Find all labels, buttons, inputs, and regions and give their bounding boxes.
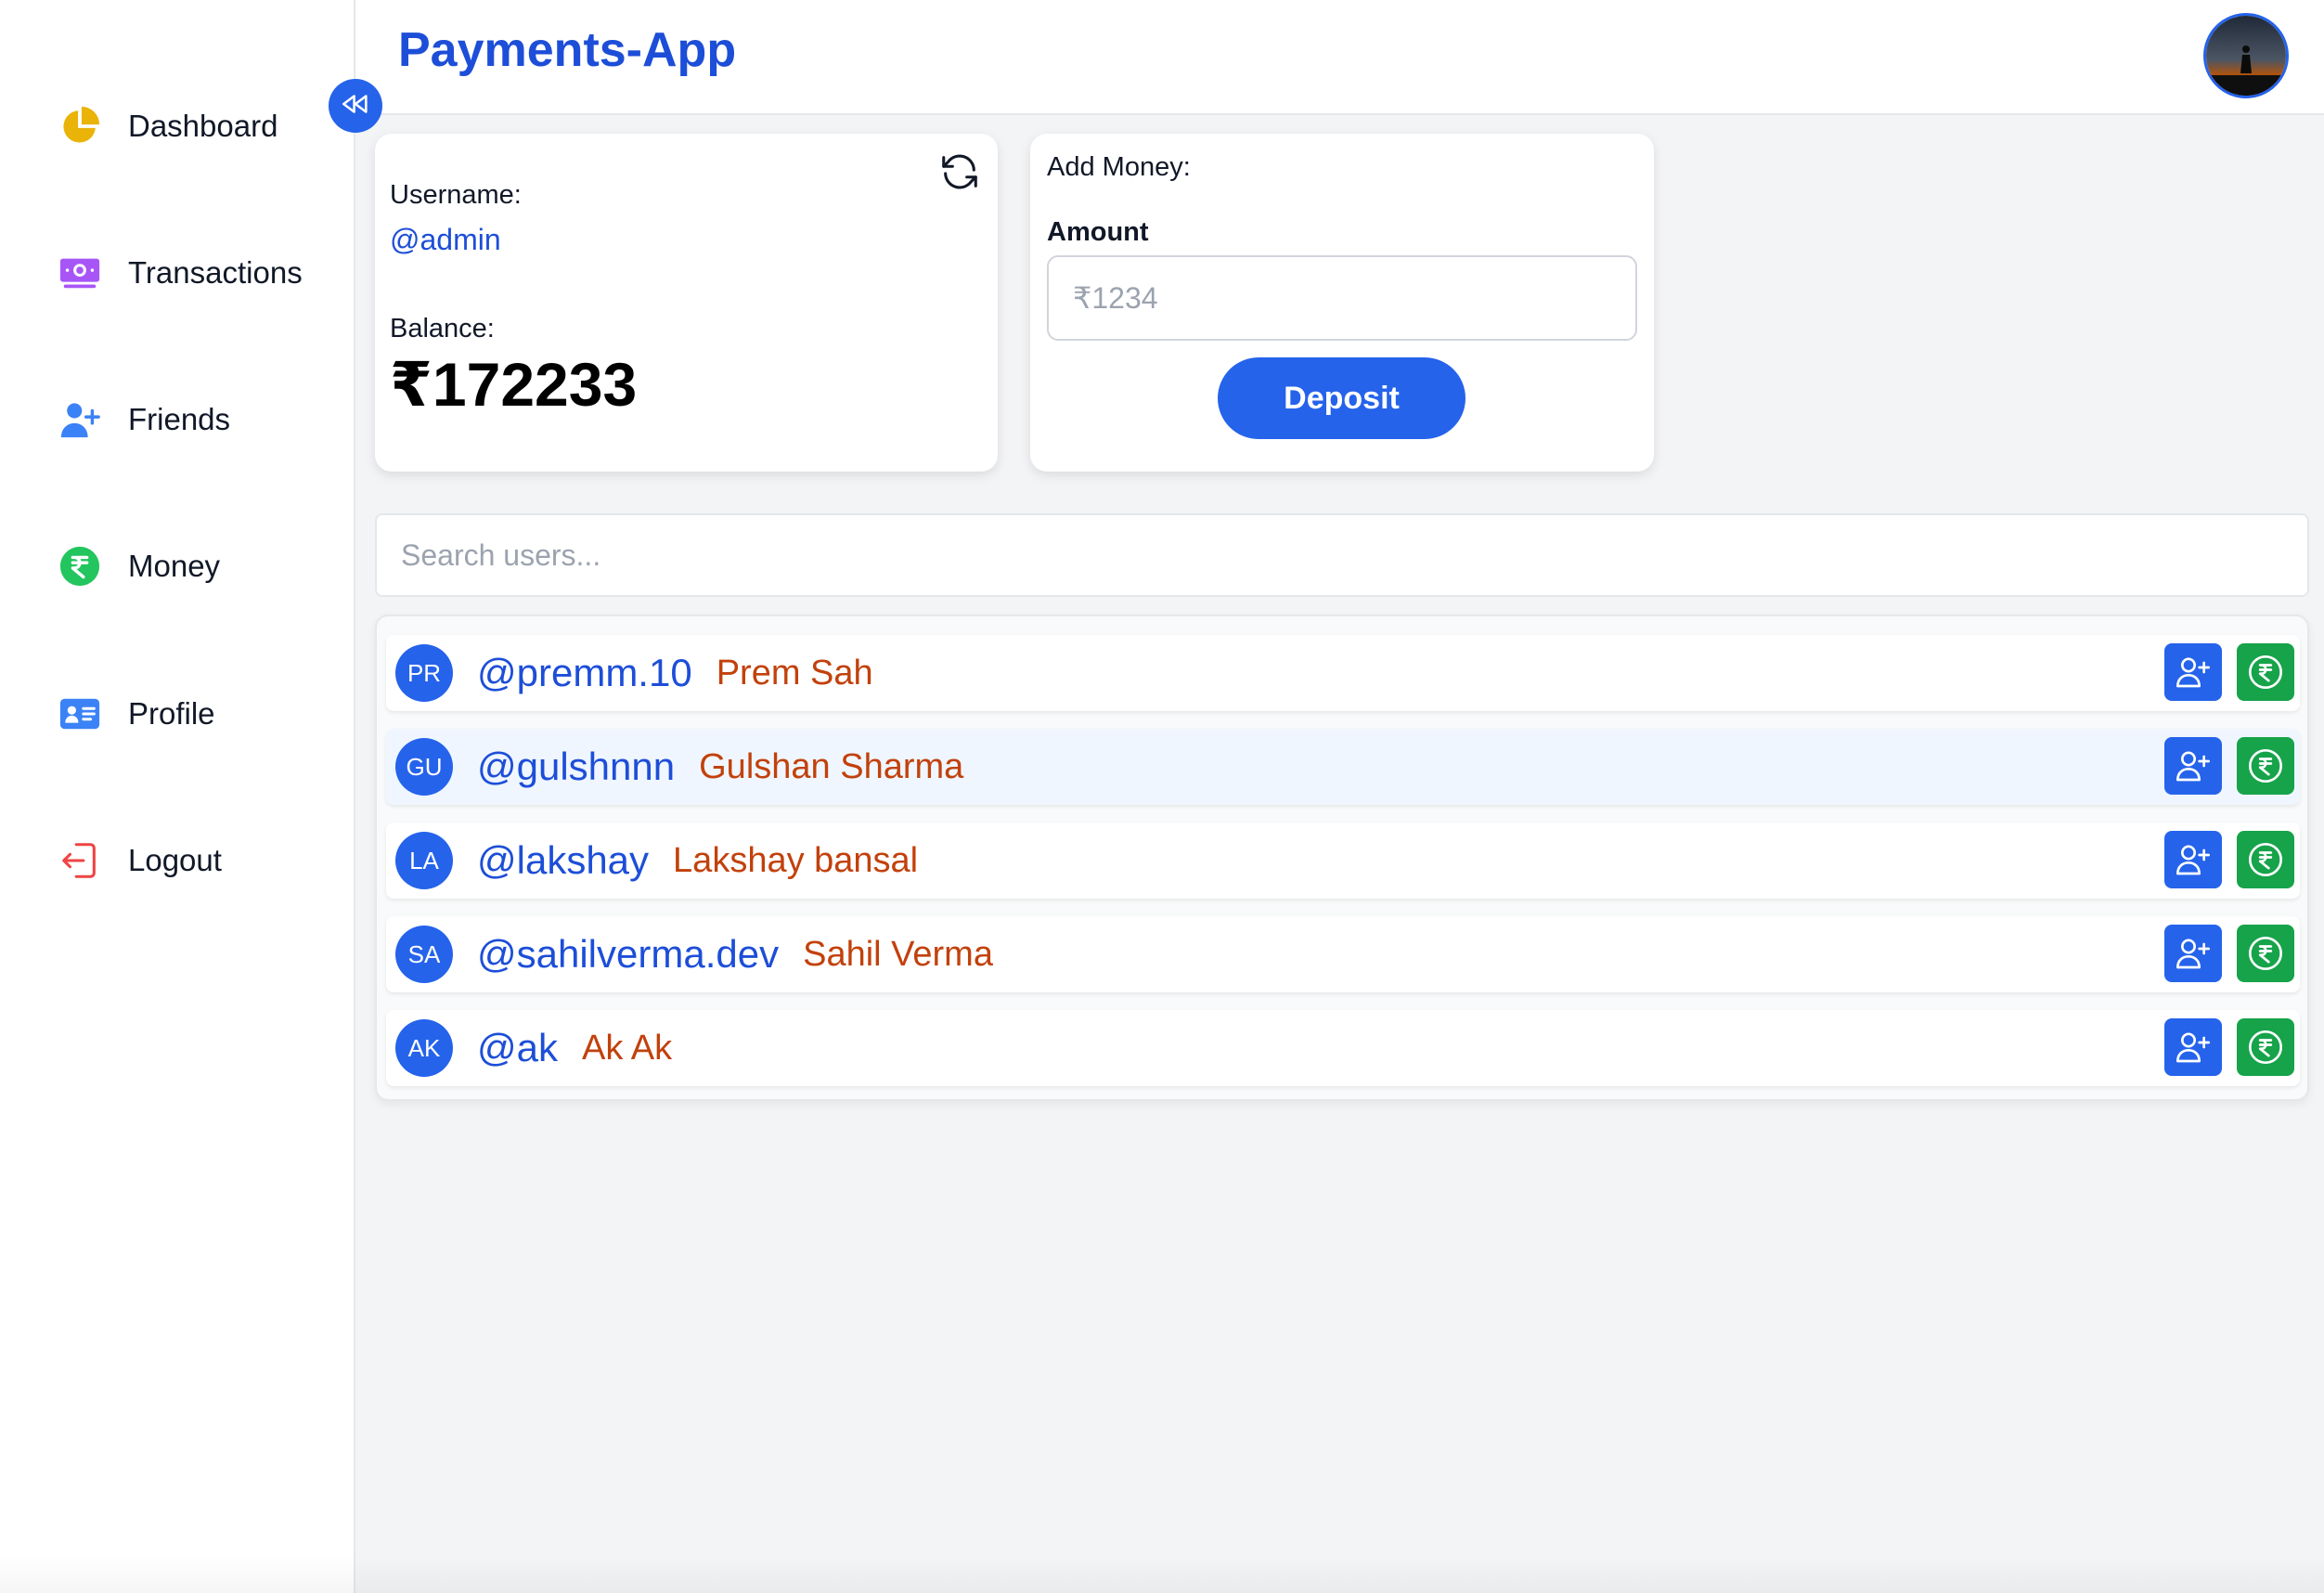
add-friend-button[interactable]: [2164, 925, 2222, 982]
user-full-name: Ak Ak: [582, 1028, 673, 1068]
deposit-button[interactable]: Deposit: [1218, 357, 1465, 439]
sidebar-item-profile[interactable]: Profile: [56, 684, 215, 744]
add-money-title: Add Money:: [1047, 152, 1191, 182]
pie-chart-icon: [56, 102, 104, 150]
user-full-name: Sahil Verma: [803, 934, 993, 974]
sidebar-item-dashboard[interactable]: Dashboard: [56, 97, 278, 156]
deposit-card: Add Money: Amount Deposit: [1030, 134, 1654, 472]
sidebar-item-logout[interactable]: Logout: [56, 831, 222, 890]
avatar: GU: [395, 738, 453, 796]
refresh-icon[interactable]: [938, 150, 981, 193]
avatar: SA: [395, 926, 453, 983]
add-friend-button[interactable]: [2164, 737, 2222, 795]
banknote-icon: [56, 249, 104, 297]
rupee-icon: [2249, 937, 2282, 970]
sidebar-item-friends[interactable]: Friends: [56, 390, 230, 449]
logout-icon: [56, 836, 104, 885]
user-username: @ak: [477, 1026, 558, 1069]
user-plus-icon: [2176, 657, 2210, 688]
balance-value: ₹172233: [390, 350, 638, 419]
user-username: @gulshnnn: [477, 745, 676, 788]
user-plus-icon: [2176, 1032, 2210, 1063]
user-username: @premm.10: [477, 651, 692, 694]
sidebar-item-label: Dashboard: [128, 109, 278, 143]
rupee-coin-icon: [56, 542, 104, 590]
avatar: AK: [395, 1019, 453, 1077]
add-friend-button[interactable]: [2164, 831, 2222, 888]
user-row: SA @sahilverma.dev Sahil Verma: [386, 916, 2300, 992]
avatar: PR: [395, 644, 453, 702]
sidebar-item-money[interactable]: Money: [56, 537, 220, 596]
rupee-icon: [2249, 655, 2282, 689]
rupee-icon: [2249, 843, 2282, 876]
rupee-icon: [2249, 1030, 2282, 1064]
avatar-photo: [2206, 16, 2286, 96]
username-value: @admin: [390, 223, 501, 256]
user-full-name: Gulshan Sharma: [699, 746, 964, 786]
send-money-button[interactable]: [2237, 925, 2294, 982]
id-card-icon: [56, 690, 104, 738]
user-full-name: Lakshay bansal: [673, 840, 919, 880]
user-plus-icon: [56, 395, 104, 444]
header: Payments-App: [355, 0, 2324, 115]
sidebar-item-label: Profile: [128, 696, 215, 731]
balance-label: Balance:: [390, 314, 495, 343]
app-title: Payments-App: [398, 23, 737, 77]
bottom-shadow: [0, 1556, 2324, 1593]
add-friend-button[interactable]: [2164, 643, 2222, 701]
sidebar-item-label: Money: [128, 549, 221, 583]
username-label: Username:: [390, 180, 522, 210]
search-input[interactable]: [375, 513, 2309, 597]
avatar: LA: [395, 832, 453, 889]
amount-label: Amount: [1047, 217, 1149, 247]
user-row: PR @premm.10 Prem Sah: [386, 635, 2300, 711]
send-money-button[interactable]: [2237, 643, 2294, 701]
collapse-sidebar-button[interactable]: [329, 79, 382, 133]
sidebar: Dashboard Transactions Friends Money Pro…: [0, 0, 355, 1593]
user-plus-icon: [2176, 751, 2210, 782]
avatar[interactable]: [2203, 13, 2289, 98]
user-username: @sahilverma.dev: [477, 932, 780, 976]
user-plus-icon: [2176, 845, 2210, 875]
sidebar-item-label: Logout: [128, 843, 222, 877]
sidebar-item-label: Friends: [128, 402, 231, 436]
sidebar-item-label: Transactions: [128, 255, 303, 290]
rupee-icon: [2249, 749, 2282, 783]
amount-input[interactable]: [1047, 255, 1637, 341]
user-row: LA @lakshay Lakshay bansal: [386, 822, 2300, 899]
user-list: PR @premm.10 Prem Sah GU @gulshnnn Gulsh…: [375, 615, 2309, 1101]
send-money-button[interactable]: [2237, 831, 2294, 888]
rewind-icon: [340, 88, 371, 124]
add-friend-button[interactable]: [2164, 1018, 2222, 1076]
user-row: GU @gulshnnn Gulshan Sharma: [386, 729, 2300, 805]
account-card: Username: @admin Balance: ₹172233: [375, 134, 998, 472]
user-full-name: Prem Sah: [716, 653, 873, 693]
user-username: @lakshay: [477, 838, 650, 882]
send-money-button[interactable]: [2237, 737, 2294, 795]
sidebar-item-transactions[interactable]: Transactions: [56, 243, 303, 303]
user-plus-icon: [2176, 939, 2210, 969]
user-row: AK @ak Ak Ak: [386, 1010, 2300, 1086]
send-money-button[interactable]: [2237, 1018, 2294, 1076]
